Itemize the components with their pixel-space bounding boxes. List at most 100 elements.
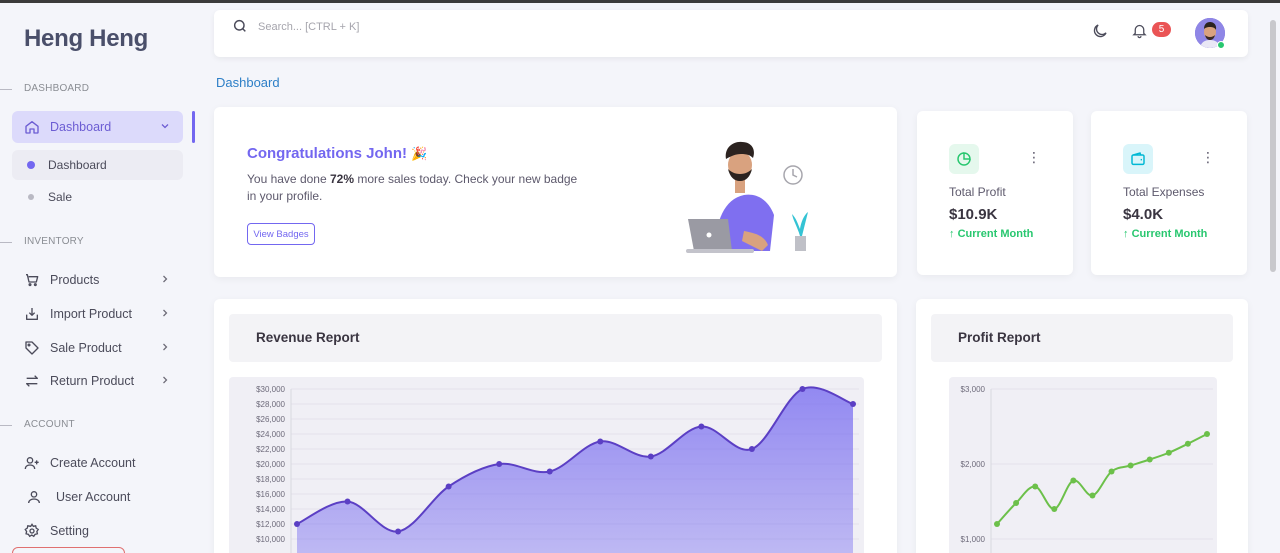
view-badges-button[interactable]: View Badges (247, 223, 315, 245)
sidebar-item-label: Return Product (50, 374, 135, 388)
data-point[interactable] (1165, 449, 1172, 456)
sidebar-subitem-sale[interactable]: Sale (12, 182, 183, 212)
data-point[interactable] (445, 483, 452, 490)
data-point[interactable] (1032, 483, 1039, 490)
sidebar-item-label: Dashboard (48, 158, 107, 172)
logout-button[interactable] (12, 547, 125, 553)
section-title: DASHBOARD (24, 83, 90, 94)
y-tick-label: $16,000 (256, 490, 285, 499)
sidebar-item-dashboard[interactable]: Dashboard (12, 111, 183, 143)
search-icon[interactable] (232, 18, 250, 36)
search-input[interactable] (258, 18, 558, 36)
sidebar-item-create-account[interactable]: Create Account (12, 447, 183, 479)
swap-icon (24, 373, 40, 389)
sidebar-subitem-dashboard[interactable]: Dashboard (12, 150, 183, 180)
data-point[interactable] (546, 468, 553, 475)
more-vertical-icon[interactable]: ⋮ (1201, 150, 1215, 166)
sidebar-item-label: Products (50, 273, 100, 287)
y-tick-label: $18,000 (256, 475, 285, 484)
wallet-icon (1123, 144, 1153, 174)
sidebar-item-import-product[interactable]: Import Product (12, 298, 183, 330)
data-point[interactable] (294, 521, 300, 527)
data-point[interactable] (1013, 500, 1020, 506)
sales-percent: 72% (329, 172, 354, 186)
stat-trend: ↑ Current Month (949, 228, 1034, 240)
sidebar-item-setting[interactable]: Setting (12, 515, 183, 547)
chart-background (949, 377, 1217, 553)
y-tick-label: $30,000 (256, 385, 285, 394)
revenue-report-title: Revenue Report (256, 330, 360, 345)
chevron-right-icon (159, 273, 173, 287)
data-point[interactable] (1108, 468, 1115, 475)
data-point[interactable] (344, 498, 351, 505)
y-tick-label: $26,000 (256, 415, 285, 424)
sidebar-item-label: User Account (56, 490, 131, 504)
profit-report-title: Profit Report (958, 330, 1041, 345)
data-point[interactable] (395, 528, 402, 535)
data-point[interactable] (799, 386, 806, 392)
section-title: ACCOUNT (24, 419, 75, 430)
sidebar-item-label: Sale Product (50, 341, 122, 355)
y-tick-label: $20,000 (256, 460, 285, 469)
sidebar-item-return-product[interactable]: Return Product (12, 365, 183, 397)
y-tick-label: $2,000 (961, 460, 986, 469)
congratulations-card: Congratulations John! 🎉 You have done 72%… (214, 107, 897, 277)
import-icon (24, 306, 40, 322)
data-point[interactable] (698, 423, 705, 430)
y-tick-label: $22,000 (256, 445, 285, 454)
dark-mode-icon[interactable] (1091, 22, 1111, 42)
sidebar-item-products[interactable]: Products (12, 264, 183, 296)
sidebar-item-label: Sale (48, 190, 73, 204)
data-point[interactable] (1089, 492, 1096, 499)
top-bar: 5 (214, 10, 1248, 57)
chevron-right-icon (159, 341, 173, 355)
chevron-down-icon (159, 120, 173, 134)
bullet-icon (27, 161, 35, 169)
brand-logo: Heng Heng (24, 25, 148, 52)
stat-value: $10.9K (949, 206, 998, 223)
y-tick-label: $24,000 (256, 430, 285, 439)
data-point[interactable] (496, 461, 503, 467)
data-point[interactable] (1127, 462, 1134, 469)
congrats-text: You have done 72% more sales today. Chec… (247, 172, 578, 203)
user-plus-icon (24, 455, 40, 471)
total-expenses-card: ⋮ Total Expenses $4.0K ↑ Current Month (1091, 111, 1247, 275)
sidebar-item-label: Import Product (50, 307, 132, 321)
stat-label: Total Profit (949, 185, 1006, 199)
sidebar-item-sale-product[interactable]: Sale Product (12, 332, 183, 364)
revenue-chart: $30,000 $28,000 $26,000 $24,000 $22,000 $20,0… (229, 377, 864, 553)
home-icon (24, 119, 40, 135)
data-point[interactable] (647, 453, 654, 460)
data-point[interactable] (1070, 477, 1077, 484)
more-vertical-icon[interactable]: ⋮ (1027, 150, 1041, 166)
sidebar-item-label: Setting (50, 524, 89, 538)
y-tick-label: $10,000 (256, 535, 285, 544)
data-point[interactable] (994, 521, 1000, 527)
gear-icon (24, 523, 40, 539)
scrollbar[interactable] (1270, 20, 1276, 272)
section-dashboard: DASHBOARD (0, 83, 195, 97)
revenue-report-header: Revenue Report (229, 314, 882, 362)
sidebar-item-label: Create Account (50, 456, 136, 470)
data-point[interactable] (1204, 431, 1210, 437)
user-icon (26, 489, 42, 505)
y-tick-label: $3,000 (961, 385, 986, 394)
data-point[interactable] (1184, 440, 1191, 447)
congrats-title: Congratulations John! 🎉 (247, 145, 428, 162)
section-inventory: INVENTORY (0, 236, 195, 250)
breadcrumb[interactable]: Dashboard (216, 75, 280, 90)
sidebar-item-user-account[interactable]: User Account (12, 481, 183, 513)
profit-report-card: Profit Report $3,000 $2,000 $1,000 (916, 299, 1248, 553)
online-status-dot (1217, 41, 1225, 49)
stat-trend: ↑ Current Month (1123, 228, 1208, 240)
data-point[interactable] (597, 438, 604, 445)
section-title: INVENTORY (24, 236, 84, 247)
data-point[interactable] (1146, 456, 1153, 463)
data-point[interactable] (850, 401, 856, 407)
data-point[interactable] (1051, 506, 1058, 512)
data-point[interactable] (748, 446, 755, 452)
bell-icon[interactable] (1131, 22, 1151, 42)
sidebar-item-label: Dashboard (50, 120, 112, 134)
bullet-icon (28, 194, 34, 200)
arrow-up-icon: ↑ (1123, 228, 1132, 240)
